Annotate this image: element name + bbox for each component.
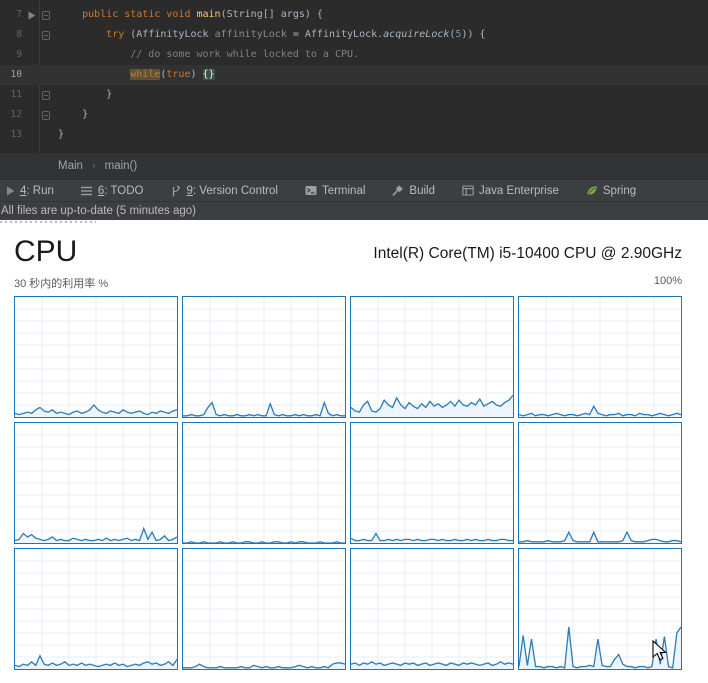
line-number: 10	[0, 65, 25, 85]
toolbar-item-version-control[interactable]: 9: Version Control	[171, 185, 278, 197]
toolbar-item-run[interactable]: 4: Run	[6, 185, 54, 197]
toolbar-item-label: Terminal	[322, 185, 365, 197]
line-number: 13	[0, 125, 25, 145]
toolbar-item-label: Java Enterprise	[479, 185, 559, 197]
code-lines: 7 public static void main(String[] args)…	[0, 5, 708, 145]
toolbar-item-build[interactable]: Build	[392, 185, 435, 197]
code-text: public static void main(String[] args) {	[53, 5, 323, 25]
code-text: }	[53, 105, 88, 125]
cpu-core-graph-4[interactable]	[518, 296, 682, 418]
utilization-axis-label: 30 秒内的利用率 %	[14, 275, 108, 291]
line-number: 8	[0, 25, 25, 45]
code-line[interactable]: 12 }	[0, 105, 708, 125]
cpu-model-label: Intel(R) Core(TM) i5-10400 CPU @ 2.90GHz	[373, 245, 682, 268]
fold-marker-icon[interactable]	[38, 91, 53, 100]
max-percent-label: 100%	[654, 275, 682, 291]
ide-panel: 7 public static void main(String[] args)…	[0, 0, 708, 220]
toolbar-item-label: 4: Run	[20, 185, 54, 197]
breadcrumb-chevron-icon: ›	[92, 160, 96, 172]
code-line[interactable]: 9 // do some work while locked to a CPU.	[0, 45, 708, 65]
fold-marker-icon[interactable]	[38, 11, 53, 20]
code-line[interactable]: 10 while(true) {}	[0, 65, 708, 85]
todo-list-icon	[81, 186, 93, 196]
line-number: 9	[0, 45, 25, 65]
cpu-title: CPU	[14, 236, 77, 268]
code-line[interactable]: 13}	[0, 125, 708, 145]
code-text: }	[53, 85, 112, 105]
toolbar-item-label: Build	[409, 185, 435, 197]
toolbar-item-label: 9: Version Control	[187, 185, 278, 197]
status-text: All files are up-to-date (5 minutes ago)	[1, 205, 196, 217]
toolbar-item-terminal[interactable]: Terminal	[305, 185, 365, 197]
line-number: 11	[0, 85, 25, 105]
line-number: 7	[0, 5, 25, 25]
code-text: while(true) {}	[53, 65, 215, 85]
ide-toolbar: 4: Run 6: TODO 9: Version Control Terminal B…	[0, 179, 708, 201]
run-gutter-icon[interactable]	[25, 11, 38, 20]
code-text: }	[53, 125, 64, 145]
cpu-core-graph-5[interactable]	[14, 422, 178, 544]
cpu-core-graph-7[interactable]	[350, 422, 514, 544]
toolbar-item-todo[interactable]: 6: TODO	[81, 185, 144, 197]
code-line[interactable]: 7 public static void main(String[] args)…	[0, 5, 708, 25]
code-text: try (AffinityLock affinityLock = Affinit…	[53, 25, 486, 45]
toolbar-item-spring[interactable]: Spring	[586, 185, 636, 197]
toolbar-item-java-enterprise[interactable]: Java Enterprise	[462, 185, 559, 197]
cpu-core-graph-6[interactable]	[182, 422, 346, 544]
status-bar: All files are up-to-date (5 minutes ago)	[0, 201, 708, 220]
code-line[interactable]: 11 }	[0, 85, 708, 105]
code-line[interactable]: 8 try (AffinityLock affinityLock = Affin…	[0, 25, 708, 45]
cpu-core-graph-8[interactable]	[518, 422, 682, 544]
version-control-icon	[171, 185, 182, 197]
cpu-core-graph-10[interactable]	[182, 548, 346, 670]
cpu-core-graph-12[interactable]	[518, 548, 682, 670]
cpu-core-graph-3[interactable]	[350, 296, 514, 418]
fold-marker-icon[interactable]	[38, 111, 53, 120]
cpu-core-graph-2[interactable]	[182, 296, 346, 418]
toolbar-item-label: 6: TODO	[98, 185, 144, 197]
fold-marker-icon[interactable]	[38, 31, 53, 40]
run-icon	[6, 186, 15, 196]
line-number: 12	[0, 105, 25, 125]
breadcrumb: Main › main()	[0, 153, 708, 179]
cpu-core-graph-grid	[14, 296, 682, 670]
terminal-icon	[305, 185, 317, 196]
breadcrumb-item[interactable]: main()	[105, 160, 138, 172]
build-hammer-icon	[392, 185, 404, 196]
task-manager-cpu-panel: CPU Intel(R) Core(TM) i5-10400 CPU @ 2.9…	[0, 220, 708, 683]
breadcrumb-item[interactable]: Main	[58, 160, 83, 172]
toolbar-item-label: Spring	[603, 185, 636, 197]
window-edge-dots	[0, 221, 96, 223]
spring-leaf-icon	[586, 185, 598, 196]
cpu-core-graph-1[interactable]	[14, 296, 178, 418]
cpu-core-graph-9[interactable]	[14, 548, 178, 670]
code-editor[interactable]: 7 public static void main(String[] args)…	[0, 0, 708, 153]
java-enterprise-icon	[462, 185, 474, 196]
cpu-core-graph-11[interactable]	[350, 548, 514, 670]
code-text: // do some work while locked to a CPU.	[53, 45, 359, 65]
